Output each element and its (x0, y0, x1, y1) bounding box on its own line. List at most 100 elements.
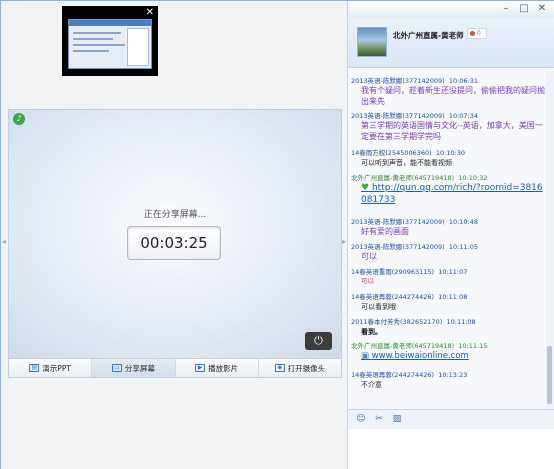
message-time: 10:13:23 (438, 371, 468, 379)
message-time: 10:11:15 (458, 342, 488, 350)
message-meta: 2013英语-陈默娜(377142009) 10:11:05 (351, 241, 545, 251)
close-icon[interactable]: ✕ (534, 2, 550, 15)
chat-scrollbar[interactable] (546, 71, 554, 409)
collapse-left-icon[interactable]: ◂ (2, 237, 6, 246)
message-meta: 北外广州直属-黄老师(645719418) 10:10:32 (351, 172, 545, 182)
message-sender: 2013英语-陈默娜(377142009) (351, 112, 445, 120)
chat-message: 2013英语-陈默娜(377142009) 10:06:31 我有个疑问，趁着新… (351, 75, 545, 107)
chat-message: 2013英语-陈默娜(377142009) 10:07:34 第三学期的英语国情… (351, 110, 545, 142)
camera-icon: ◉ (274, 364, 285, 372)
message-sender: 2013英语-陈默娜(377142009) (351, 243, 445, 251)
collapse-right-icon[interactable]: ▸ (342, 237, 346, 246)
scissors-icon[interactable]: ✂ (373, 413, 385, 425)
message-sender: 14春英语再蓉(244274426) (351, 371, 435, 379)
message-sender: 2013英语-陈默娜(377142009) (351, 218, 445, 226)
play-movie-button[interactable]: ▶ 播放影片 (176, 359, 259, 377)
message-text: 可以 (361, 252, 377, 261)
screen-share-stage: ♪ 正在分享屏幕... 00:03:25 ⏻ (8, 109, 342, 359)
badge-count: 0 (477, 30, 481, 37)
message-time: 10:10:30 (435, 149, 466, 157)
message-text: 可以 (361, 277, 374, 285)
preview-line (73, 50, 109, 52)
message-sender: 2011春本付芳秀(382652170) (351, 318, 443, 326)
message-text: 我有个疑问，趁着新生还没提问，偷偷把我的疑问抛出来先 (361, 86, 545, 106)
emoji-icon[interactable]: ☺ (355, 413, 367, 425)
message-time: 10:07:34 (448, 112, 479, 120)
window-controls: – □ ✕ (498, 2, 550, 15)
message-time: 10:11:08 (446, 318, 476, 326)
message-sender: 2013英语-陈默娜(377142009) (351, 77, 445, 85)
screen-thumbnail[interactable]: ✕ (62, 6, 158, 76)
message-text: 好有爱的画面 (361, 227, 409, 236)
message-sender: 14春英语再蓉(244274426) (351, 293, 435, 301)
open-camera-button[interactable]: ◉ 打开摄像头 (259, 359, 341, 377)
chat-pane: – □ ✕ 北外广州直属-黄老师 0 2013英语-陈默娜(377142009)… (348, 1, 554, 469)
thumbnail-close-icon[interactable]: ✕ (146, 7, 154, 18)
message-link[interactable]: ▣ www.beiwaionline.com (351, 350, 545, 363)
video-pane: ✕ ◂ ▸ ♪ 正在分享屏幕... 00:03:25 ⏻ ▤ 演示PPT ▭ 分… (1, 1, 348, 469)
badge-dot-icon (470, 31, 475, 36)
message-sender: 14春雨方权(2545006360) (351, 149, 432, 157)
chat-message: 2011春本付芳秀(382652170) 10:11:08 看到。 (351, 316, 545, 338)
message-meta: 北外广州直属-黄老师(645719418) 10:11:15 (351, 340, 545, 350)
app-window: ✕ ◂ ▸ ♪ 正在分享屏幕... 00:03:25 ⏻ ▤ 演示PPT ▭ 分… (0, 0, 554, 469)
link-text[interactable]: www.beiwaionline.com (372, 351, 469, 361)
message-meta: 2011春本付芳秀(382652170) 10:11:08 (351, 316, 545, 326)
mic-active-icon[interactable]: ♪ (13, 113, 25, 125)
chat-message: 2013英语-陈默娜(377142009) 10:11:05 可以 (351, 241, 545, 263)
share-screen-button[interactable]: ▭ 分享屏幕 (92, 359, 176, 377)
play-movie-icon: ▶ (195, 364, 206, 372)
input-toolbar: ☺ ✂ ▨ (348, 409, 554, 429)
thumbnail-preview-image (68, 19, 152, 69)
present-ppt-label: 演示PPT (42, 363, 71, 373)
chat-message: 14春英语再蓉(244274426) 10:11:08 可以看到哦 (351, 291, 545, 313)
present-ppt-button[interactable]: ▤ 演示PPT (9, 359, 93, 377)
stop-share-power-icon[interactable]: ⏻ (305, 332, 332, 350)
chat-message: 北外广州直属-黄老师(645719418) 10:10:32 ♥ http://… (351, 172, 545, 206)
media-toolbar: ▤ 演示PPT ▭ 分享屏幕 ▶ 播放影片 ◉ 打开摄像头 (8, 359, 342, 378)
link-text[interactable]: http://qun.qq.com/rich/?roomid=381608173… (361, 183, 543, 205)
window-titlebar: – □ ✕ (348, 1, 554, 18)
preview-titlebar (69, 20, 151, 26)
preview-line (73, 44, 125, 46)
message-link[interactable]: ♥ http://qun.qq.com/rich/?roomid=3816081… (351, 182, 545, 206)
message-input[interactable] (348, 429, 554, 469)
message-text: 第三学期的英语国情与文化--英语，加拿大，美国一定要在第三学期学完吗 (361, 121, 543, 141)
message-text: 可以看到哦 (361, 303, 396, 311)
chat-message: 14春英语再蓉(244274426) 10:13:23 不介意 (351, 369, 545, 391)
chat-message: 14春英语重雨(290963115) 10:11:07 可以 (351, 266, 545, 287)
minimize-icon[interactable]: – (498, 2, 514, 15)
share-screen-icon: ▭ (111, 364, 122, 372)
message-meta: 2013英语-陈默娜(377142009) 10:06:31 (351, 75, 545, 85)
scrollbar-thumb[interactable] (547, 346, 552, 404)
message-text: 看到。 (361, 328, 382, 336)
message-time: 10:06:31 (448, 77, 479, 85)
preview-line (73, 38, 113, 40)
group-avatar[interactable] (357, 27, 387, 57)
chat-history: 2013英语-陈默娜(377142009) 10:06:31 我有个疑问，趁着新… (348, 71, 546, 409)
message-sender: 14春英语重雨(290963115) (351, 268, 435, 276)
message-time: 10:11:07 (438, 268, 468, 276)
message-sender: 北外广州直属-黄老师(645719418) (351, 342, 455, 350)
chat-message: 北外广州直属-黄老师(645719418) 10:11:15 ▣ www.bei… (351, 340, 545, 363)
share-screen-label: 分享屏幕 (124, 363, 155, 373)
message-time: 10:10:48 (448, 218, 479, 226)
message-meta: 14春英语再蓉(244274426) 10:11:08 (351, 291, 545, 301)
message-meta: 14春英语再蓉(244274426) 10:13:23 (351, 369, 545, 379)
message-meta: 14春雨方权(2545006360) 10:10:30 (351, 147, 545, 157)
shield-icon: ♥ (361, 183, 372, 193)
message-meta: 2013英语-陈默娜(377142009) 10:10:48 (351, 216, 545, 226)
message-text: 不介意 (361, 381, 382, 389)
maximize-icon[interactable]: □ (516, 2, 532, 15)
message-meta: 14春英语重雨(290963115) 10:11:07 (351, 266, 545, 276)
message-time: 10:11:05 (448, 243, 479, 251)
group-name: 北外广州直属-黄老师 (393, 31, 464, 40)
message-time: 10:11:08 (438, 293, 468, 301)
group-badge[interactable]: 0 (467, 28, 487, 39)
group-header: 北外广州直属-黄老师 0 (348, 18, 554, 68)
message-time: 10:10:32 (458, 174, 488, 182)
web-icon: ▣ (361, 351, 372, 361)
message-sender: 北外广州直属-黄老师(645719418) (351, 174, 455, 182)
image-icon[interactable]: ▨ (391, 413, 403, 425)
play-movie-label: 播放影片 (208, 363, 239, 373)
